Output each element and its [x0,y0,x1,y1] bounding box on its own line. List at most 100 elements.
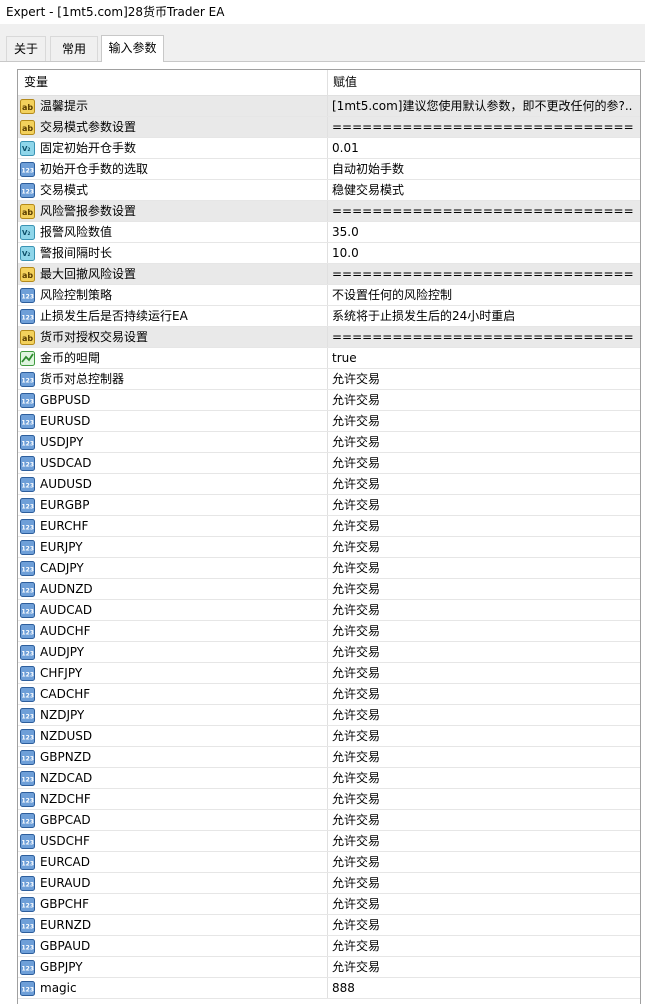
parameter-value[interactable]: 系统将于止损发生后的24小时重启 [328,306,640,326]
parameter-row[interactable]: 123 CHFJPY 允许交易 [18,663,640,684]
parameter-row[interactable]: 123 CADJPY 允许交易 [18,558,640,579]
parameter-row[interactable]: 123 AUDJPY 允许交易 [18,642,640,663]
parameter-value[interactable]: 允许交易 [328,537,640,557]
parameter-value[interactable]: [1mt5.com]建议您使用默认参数，即不更改任何的参?.. [328,96,640,116]
parameter-value[interactable]: 稳健交易模式 [328,180,640,200]
parameter-row[interactable]: ab 最大回撤风险设置 ============================== [18,264,640,285]
parameter-value[interactable]: 允许交易 [328,810,640,830]
parameter-value[interactable]: 允许交易 [328,957,640,977]
parameter-value[interactable]: 允许交易 [328,831,640,851]
parameter-value[interactable]: 0.01 [328,138,640,158]
parameter-row[interactable]: 123 NZDUSD 允许交易 [18,726,640,747]
parameter-row[interactable]: 123 EURJPY 允许交易 [18,537,640,558]
parameter-value[interactable]: 允许交易 [328,936,640,956]
parameter-value[interactable]: 允许交易 [328,516,640,536]
parameter-row[interactable]: 123 USDCHF 允许交易 [18,831,640,852]
parameter-value[interactable]: 允许交易 [328,705,640,725]
parameter-value[interactable]: 允许交易 [328,495,640,515]
parameter-value[interactable]: 允许交易 [328,726,640,746]
parameter-row[interactable]: 123 GBPCHF 允许交易 [18,894,640,915]
parameter-row[interactable]: V₂ 警报间隔时长 10.0 [18,243,640,264]
parameter-value[interactable]: 允许交易 [328,642,640,662]
parameter-value[interactable]: 允许交易 [328,390,640,410]
parameter-row[interactable]: 123 GBPNZD 允许交易 [18,747,640,768]
parameter-value[interactable]: 允许交易 [328,789,640,809]
parameter-value[interactable]: 允许交易 [328,600,640,620]
parameter-row[interactable]: 123 AUDNZD 允许交易 [18,579,640,600]
parameter-row[interactable]: 金币的呾閜 true [18,348,640,369]
parameter-row[interactable]: 123 GBPUSD 允许交易 [18,390,640,411]
parameter-row[interactable]: 123 初始开仓手数的选取 自动初始手数 [18,159,640,180]
parameter-value[interactable]: 允许交易 [328,579,640,599]
svg-text:123: 123 [22,482,35,489]
integer-icon: 123 [20,518,35,534]
parameter-row[interactable]: ab 温馨提示 [1mt5.com]建议您使用默认参数，即不更改任何的参?.. [18,96,640,117]
integer-icon: 123 [20,392,35,408]
tab-about[interactable]: 关于 [6,36,46,61]
parameter-row[interactable]: 123 EURCHF 允许交易 [18,516,640,537]
parameter-row[interactable]: 123 magic 888 [18,978,640,999]
parameter-row[interactable]: ab 风险警报参数设置 ============================== [18,201,640,222]
tab-inputs[interactable]: 输入参数 [101,35,164,62]
parameter-name-cell: 123 货币对总控制器 [18,369,328,389]
parameter-value[interactable]: 允许交易 [328,852,640,872]
parameter-value[interactable]: 允许交易 [328,474,640,494]
parameter-value[interactable]: 允许交易 [328,663,640,683]
parameter-row[interactable]: 123 货币对总控制器 允许交易 [18,369,640,390]
parameter-value[interactable]: 不设置任何的风险控制 [328,285,640,305]
parameter-value[interactable]: 允许交易 [328,453,640,473]
parameter-value[interactable]: 允许交易 [328,432,640,452]
parameter-row[interactable]: 123 EURGBP 允许交易 [18,495,640,516]
parameter-row[interactable]: 123 NZDCHF 允许交易 [18,789,640,810]
parameter-row[interactable]: 123 EURAUD 允许交易 [18,873,640,894]
parameter-row[interactable]: 123 EURUSD 允许交易 [18,411,640,432]
parameter-value[interactable]: ============================== [328,201,640,221]
parameter-value[interactable]: 10.0 [328,243,640,263]
parameter-row[interactable]: 123 止损发生后是否持续运行EA 系统将于止损发生后的24小时重启 [18,306,640,327]
parameter-row[interactable]: 123 CADCHF 允许交易 [18,684,640,705]
parameter-value[interactable]: 允许交易 [328,768,640,788]
svg-text:123: 123 [22,776,35,783]
parameter-value[interactable]: ============================== [328,264,640,284]
parameter-value[interactable]: 允许交易 [328,915,640,935]
tab-common[interactable]: 常用 [50,36,98,61]
parameter-value[interactable]: ============================== [328,117,640,137]
parameter-row[interactable]: 123 EURNZD 允许交易 [18,915,640,936]
parameter-row[interactable]: 123 AUDCAD 允许交易 [18,600,640,621]
parameter-row[interactable]: 123 交易模式 稳健交易模式 [18,180,640,201]
parameter-row[interactable]: 123 NZDCAD 允许交易 [18,768,640,789]
parameter-row[interactable]: 123 USDJPY 允许交易 [18,432,640,453]
parameter-value[interactable]: 允许交易 [328,747,640,767]
parameter-value[interactable]: 允许交易 [328,894,640,914]
parameter-value[interactable]: 允许交易 [328,369,640,389]
parameter-value[interactable]: 允许交易 [328,411,640,431]
parameter-value[interactable]: true [328,348,640,368]
parameter-row[interactable]: 123 GBPAUD 允许交易 [18,936,640,957]
parameter-value[interactable]: 允许交易 [328,684,640,704]
svg-text:123: 123 [22,755,35,762]
parameter-row[interactable]: ab 货币对授权交易设置 =============================… [18,327,640,348]
parameter-value[interactable]: 自动初始手数 [328,159,640,179]
parameter-value[interactable]: 允许交易 [328,621,640,641]
parameter-row[interactable]: 123 GBPCAD 允许交易 [18,810,640,831]
parameter-row[interactable]: 123 GBPJPY 允许交易 [18,957,640,978]
parameter-name: 报警风险数值 [40,225,113,239]
parameter-value[interactable]: 35.0 [328,222,640,242]
parameter-value[interactable]: 允许交易 [328,558,640,578]
parameter-value[interactable]: 允许交易 [328,873,640,893]
parameter-value[interactable]: ============================== [328,327,640,347]
column-header-value[interactable]: 赋值 [328,70,640,95]
parameter-value[interactable]: 888 [328,978,640,998]
parameter-row[interactable]: 123 EURCAD 允许交易 [18,852,640,873]
parameter-row[interactable]: V₂ 报警风险数值 35.0 [18,222,640,243]
parameter-row[interactable]: 123 USDCAD 允许交易 [18,453,640,474]
integer-icon: 123 [20,497,35,513]
svg-text:123: 123 [22,965,35,972]
column-header-variable[interactable]: 变量 [18,70,328,95]
parameter-row[interactable]: 123 AUDCHF 允许交易 [18,621,640,642]
parameter-row[interactable]: V₂ 固定初始开仓手数 0.01 [18,138,640,159]
parameter-row[interactable]: 123 NZDJPY 允许交易 [18,705,640,726]
parameter-row[interactable]: ab 交易模式参数设置 ============================== [18,117,640,138]
parameter-row[interactable]: 123 风险控制策略 不设置任何的风险控制 [18,285,640,306]
parameter-row[interactable]: 123 AUDUSD 允许交易 [18,474,640,495]
